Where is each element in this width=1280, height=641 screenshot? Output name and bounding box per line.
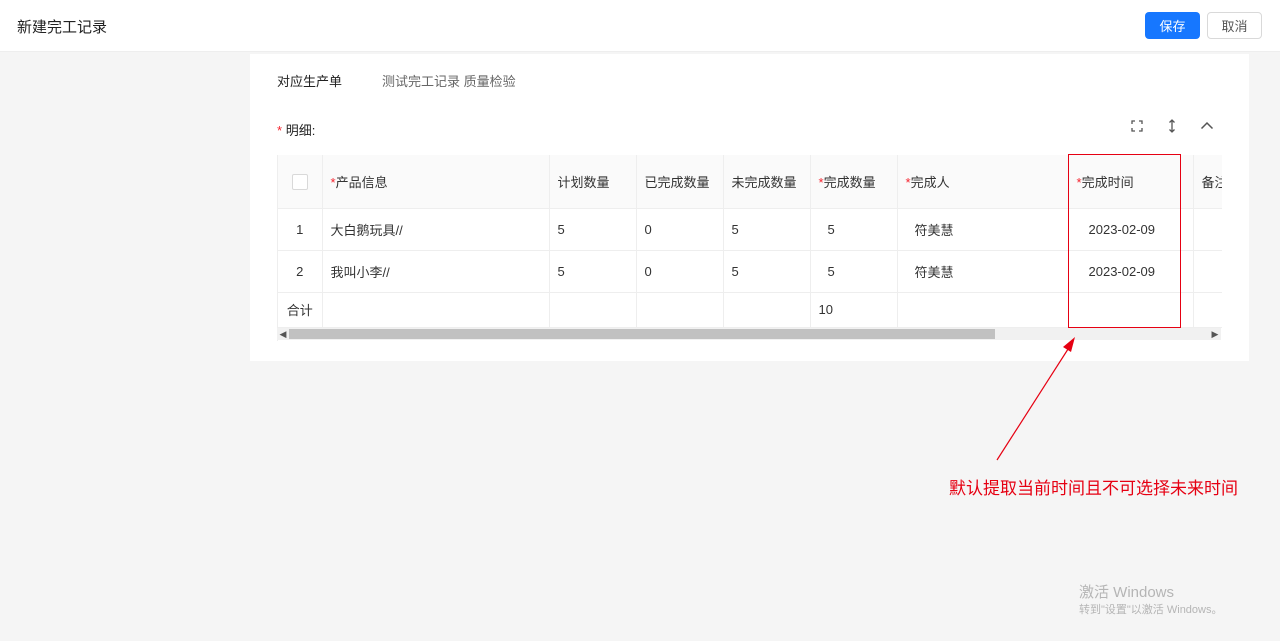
completed-qty-cell: 0: [636, 208, 724, 251]
column-header-remark: 备注: [1193, 155, 1222, 209]
remark-cell[interactable]: [1193, 208, 1222, 251]
page-header: 新建完工记录 保存 取消: [0, 0, 1280, 52]
remark-cell[interactable]: [1193, 250, 1222, 293]
table-header-row: *产品信息 计划数量 已完成数量 未完成数量 *完成数量 *完成人 *完成时间 …: [278, 155, 1222, 209]
completed-qty-cell: 0: [636, 250, 724, 293]
finisher-cell[interactable]: 符美慧: [897, 208, 1069, 251]
finish-time-cell[interactable]: 2023-02-09: [1068, 208, 1194, 251]
windows-activation-watermark: 激活 Windows: [1079, 584, 1175, 601]
finish-time-cell[interactable]: 2023-02-09: [1068, 250, 1194, 293]
finish-qty-cell[interactable]: 5: [810, 250, 898, 293]
order-field-label: 对应生产单: [277, 74, 343, 89]
table-row: 2 我叫小李// 5 0 5 5 符美慧 2023-02-09: [278, 250, 1222, 293]
form-panel: 对应生产单 测试完工记录 质量检验 * 明细: *产品信息 计划数量 已完成数量: [250, 54, 1249, 361]
detail-table: *产品信息 计划数量 已完成数量 未完成数量 *完成数量 *完成人 *完成时间 …: [278, 155, 1222, 328]
horizontal-scrollbar[interactable]: ◀ ▶: [277, 328, 1221, 340]
finisher-cell[interactable]: 符美慧: [897, 250, 1069, 293]
uncompleted-qty-cell: 5: [723, 250, 811, 293]
windows-activation-hint: 转到"设置"以激活 Windows。: [1079, 604, 1223, 616]
column-header-finish-qty: *完成数量: [810, 155, 898, 209]
planned-qty-cell: 5: [549, 208, 637, 251]
scrollbar-thumb[interactable]: [289, 329, 995, 339]
chevron-up-icon[interactable]: [1199, 118, 1215, 134]
product-cell[interactable]: 我叫小李//: [322, 250, 550, 293]
finish-qty-cell[interactable]: 5: [810, 208, 898, 251]
detail-table-container: *产品信息 计划数量 已完成数量 未完成数量 *完成数量 *完成人 *完成时间 …: [277, 155, 1222, 341]
uncompleted-qty-cell: 5: [723, 208, 811, 251]
cancel-button[interactable]: 取消: [1207, 12, 1262, 39]
fullscreen-icon[interactable]: [1129, 118, 1145, 134]
column-header-finisher: *完成人: [897, 155, 1069, 209]
order-field-value[interactable]: 测试完工记录 质量检验: [382, 71, 516, 90]
planned-qty-cell: 5: [549, 250, 637, 293]
column-header-uncompleted: 未完成数量: [723, 155, 811, 209]
annotation-text: 默认提取当前时间且不可选择未来时间: [949, 479, 1238, 498]
row-index: 1: [278, 208, 323, 251]
scroll-left-icon[interactable]: ◀: [277, 328, 289, 340]
table-row: 1 大白鹅玩具// 5 0 5 5 符美慧 2023-02-09: [278, 208, 1222, 251]
detail-section-label: * 明细:: [277, 120, 315, 139]
column-header-finish-time: *完成时间: [1068, 155, 1194, 209]
page-title: 新建完工记录: [17, 19, 108, 36]
product-cell[interactable]: 大白鹅玩具//: [322, 208, 550, 251]
select-all-checkbox[interactable]: [291, 173, 308, 190]
summary-finish-qty: 10: [810, 292, 898, 328]
column-header-planned: 计划数量: [549, 155, 637, 209]
summary-label: 合计: [278, 292, 323, 328]
select-all-cell: [278, 155, 323, 209]
detail-label-text: 明细:: [285, 123, 316, 138]
column-header-product: *产品信息: [322, 155, 550, 209]
vertical-arrows-icon[interactable]: [1164, 118, 1180, 134]
save-button[interactable]: 保存: [1145, 12, 1200, 39]
scroll-right-icon[interactable]: ▶: [1209, 328, 1221, 340]
row-index: 2: [278, 250, 323, 293]
required-mark: *: [277, 123, 283, 138]
column-header-completed: 已完成数量: [636, 155, 724, 209]
summary-row: 合计 10: [278, 292, 1222, 328]
